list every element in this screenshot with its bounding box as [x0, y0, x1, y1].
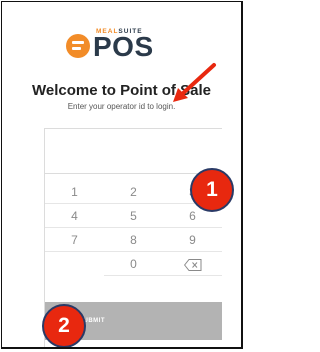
key-0[interactable]: 0 — [104, 252, 163, 276]
key-8[interactable]: 8 — [104, 228, 163, 252]
key-9[interactable]: 9 — [163, 228, 222, 252]
login-screen: MEALSUITE POS Welcome to Point of Sale E… — [1, 1, 243, 349]
backspace-button[interactable] — [163, 252, 222, 276]
logo-product-text: POS — [93, 31, 154, 62]
operator-id-display[interactable] — [45, 128, 222, 174]
key-4[interactable]: 4 — [45, 204, 104, 228]
callout-badge-2: 2 — [42, 304, 86, 347]
key-1[interactable]: 1 — [45, 180, 104, 204]
key-2[interactable]: 2 — [104, 180, 163, 204]
key-5[interactable]: 5 — [104, 204, 163, 228]
annotation-arrow-icon — [173, 63, 216, 102]
callout-badge-1: 1 — [190, 168, 234, 212]
backspace-icon — [183, 258, 201, 271]
mealsuite-pos-logo: MEALSUITE POS — [66, 26, 186, 64]
logo-mark-icon — [66, 34, 90, 58]
key-7[interactable]: 7 — [45, 228, 104, 252]
